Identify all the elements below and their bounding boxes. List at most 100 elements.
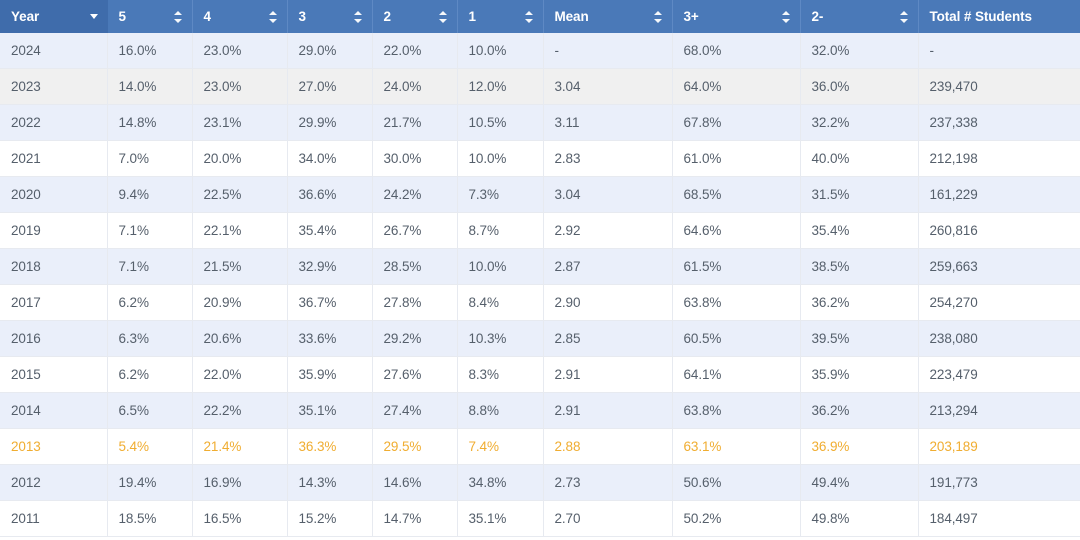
- cell-value: 21.4%: [192, 428, 288, 465]
- column-header-5[interactable]: 5: [107, 0, 193, 33]
- cell-value: 2.85: [543, 320, 673, 357]
- cell-value: 68.0%: [672, 33, 801, 69]
- cell-value: 18.5%: [107, 500, 193, 537]
- sort-updown-icon[interactable]: [899, 10, 909, 23]
- column-header-2[interactable]: 2: [372, 0, 458, 33]
- column-header-label: 3+: [683, 9, 699, 24]
- cell-value: 30.0%: [372, 140, 458, 177]
- cell-value: -: [543, 33, 673, 69]
- sort-updown-icon[interactable]: [173, 10, 183, 23]
- cell-value: 27.6%: [372, 356, 458, 393]
- table-row[interactable]: 2016 6.3% 20.6% 33.6% 29.2% 10.3% 2.85 60.5% 39.…: [0, 320, 1080, 357]
- column-header-4[interactable]: 4: [192, 0, 288, 33]
- column-header-mean[interactable]: Mean: [543, 0, 673, 33]
- cell-value: 6.3%: [107, 320, 193, 357]
- cell-value: 49.4%: [800, 464, 919, 501]
- cell-value: 2.83: [543, 140, 673, 177]
- cell-year: 2016: [0, 320, 108, 357]
- table-row[interactable]: 2013 5.4% 21.4% 36.3% 29.5% 7.4% 2.88 63.1% 36.9…: [0, 428, 1080, 465]
- sort-updown-icon[interactable]: [781, 10, 791, 23]
- column-header-2[interactable]: 2-: [800, 0, 919, 33]
- cell-value: 3.04: [543, 68, 673, 105]
- cell-value: 35.9%: [287, 356, 373, 393]
- cell-value: 7.0%: [107, 140, 193, 177]
- cell-value: 260,816: [918, 212, 1080, 249]
- cell-value: 49.8%: [800, 500, 919, 537]
- cell-value: 35.1%: [457, 500, 544, 537]
- cell-value: 64.0%: [672, 68, 801, 105]
- sort-updown-icon[interactable]: [653, 10, 663, 23]
- cell-value: 36.2%: [800, 284, 919, 321]
- cell-value: 8.7%: [457, 212, 544, 249]
- cell-value: 22.5%: [192, 176, 288, 213]
- column-header-label: 1: [468, 9, 477, 24]
- score-distribution-table: Year 5 4 3 2 1 Mean 3+ 2- Total # Students 2024 16…: [0, 0, 1080, 537]
- table-row[interactable]: 2018 7.1% 21.5% 32.9% 28.5% 10.0% 2.87 61.5% 38.…: [0, 248, 1080, 285]
- cell-value: 29.0%: [287, 33, 373, 69]
- cell-value: 8.4%: [457, 284, 544, 321]
- cell-value: 7.1%: [107, 212, 193, 249]
- column-header-label: 2-: [811, 9, 824, 24]
- sort-caret-down-icon[interactable]: [89, 14, 98, 19]
- column-header-total-students[interactable]: Total # Students: [918, 0, 1080, 33]
- sort-updown-icon[interactable]: [524, 10, 534, 23]
- table-row[interactable]: 2011 18.5% 16.5% 15.2% 14.7% 35.1% 2.70 50.2% 49…: [0, 500, 1080, 537]
- table-row[interactable]: 2022 14.8% 23.1% 29.9% 21.7% 10.5% 3.11 67.8% 32…: [0, 104, 1080, 141]
- cell-value: 29.5%: [372, 428, 458, 465]
- cell-value: 238,080: [918, 320, 1080, 357]
- column-header-year[interactable]: Year: [0, 0, 108, 33]
- cell-value: 259,663: [918, 248, 1080, 285]
- cell-value: 19.4%: [107, 464, 193, 501]
- cell-value: -: [918, 33, 1080, 69]
- cell-value: 254,270: [918, 284, 1080, 321]
- cell-value: 28.5%: [372, 248, 458, 285]
- cell-value: 7.1%: [107, 248, 193, 285]
- cell-value: 6.5%: [107, 392, 193, 429]
- table-row[interactable]: 2021 7.0% 20.0% 34.0% 30.0% 10.0% 2.83 61.0% 40.…: [0, 140, 1080, 177]
- cell-value: 7.3%: [457, 176, 544, 213]
- cell-value: 3.11: [543, 104, 673, 141]
- cell-year: 2012: [0, 464, 108, 501]
- table-row[interactable]: 2020 9.4% 22.5% 36.6% 24.2% 7.3% 3.04 68.5% 31.5…: [0, 176, 1080, 213]
- table-row[interactable]: 2014 6.5% 22.2% 35.1% 27.4% 8.8% 2.91 63.8% 36.2…: [0, 392, 1080, 429]
- cell-value: 5.4%: [107, 428, 193, 465]
- sort-updown-icon[interactable]: [438, 10, 448, 23]
- cell-value: 21.5%: [192, 248, 288, 285]
- table-row[interactable]: 2012 19.4% 16.9% 14.3% 14.6% 34.8% 2.73 50.6% 49…: [0, 464, 1080, 501]
- table-row[interactable]: 2017 6.2% 20.9% 36.7% 27.8% 8.4% 2.90 63.8% 36.2…: [0, 284, 1080, 321]
- cell-value: 8.8%: [457, 392, 544, 429]
- cell-value: 31.5%: [800, 176, 919, 213]
- cell-year: 2013: [0, 428, 108, 465]
- cell-value: 20.0%: [192, 140, 288, 177]
- cell-value: 14.8%: [107, 104, 193, 141]
- cell-value: 27.8%: [372, 284, 458, 321]
- cell-value: 35.9%: [800, 356, 919, 393]
- column-header-3[interactable]: 3+: [672, 0, 801, 33]
- cell-value: 16.5%: [192, 500, 288, 537]
- cell-value: 6.2%: [107, 356, 193, 393]
- cell-value: 32.0%: [800, 33, 919, 69]
- cell-value: 24.0%: [372, 68, 458, 105]
- column-header-label: Year: [11, 9, 40, 24]
- table-row[interactable]: 2023 14.0% 23.0% 27.0% 24.0% 12.0% 3.04 64.0% 36…: [0, 68, 1080, 105]
- cell-value: 14.0%: [107, 68, 193, 105]
- column-header-label: 4: [203, 9, 212, 24]
- cell-value: 14.6%: [372, 464, 458, 501]
- cell-value: 8.3%: [457, 356, 544, 393]
- table-row[interactable]: 2019 7.1% 22.1% 35.4% 26.7% 8.7% 2.92 64.6% 35.4…: [0, 212, 1080, 249]
- column-header-1[interactable]: 1: [457, 0, 544, 33]
- column-header-3[interactable]: 3: [287, 0, 373, 33]
- cell-value: 63.8%: [672, 284, 801, 321]
- column-header-label: 3: [298, 9, 307, 24]
- cell-value: 3.04: [543, 176, 673, 213]
- cell-value: 63.1%: [672, 428, 801, 465]
- sort-updown-icon[interactable]: [353, 10, 363, 23]
- table-row[interactable]: 2015 6.2% 22.0% 35.9% 27.6% 8.3% 2.91 64.1% 35.9…: [0, 356, 1080, 393]
- cell-value: 29.2%: [372, 320, 458, 357]
- cell-value: 22.2%: [192, 392, 288, 429]
- cell-value: 12.0%: [457, 68, 544, 105]
- cell-value: 38.5%: [800, 248, 919, 285]
- sort-updown-icon[interactable]: [268, 10, 278, 23]
- table-row[interactable]: 2024 16.0% 23.0% 29.0% 22.0% 10.0% -68.0% 32.0%…: [0, 33, 1080, 69]
- cell-value: 184,497: [918, 500, 1080, 537]
